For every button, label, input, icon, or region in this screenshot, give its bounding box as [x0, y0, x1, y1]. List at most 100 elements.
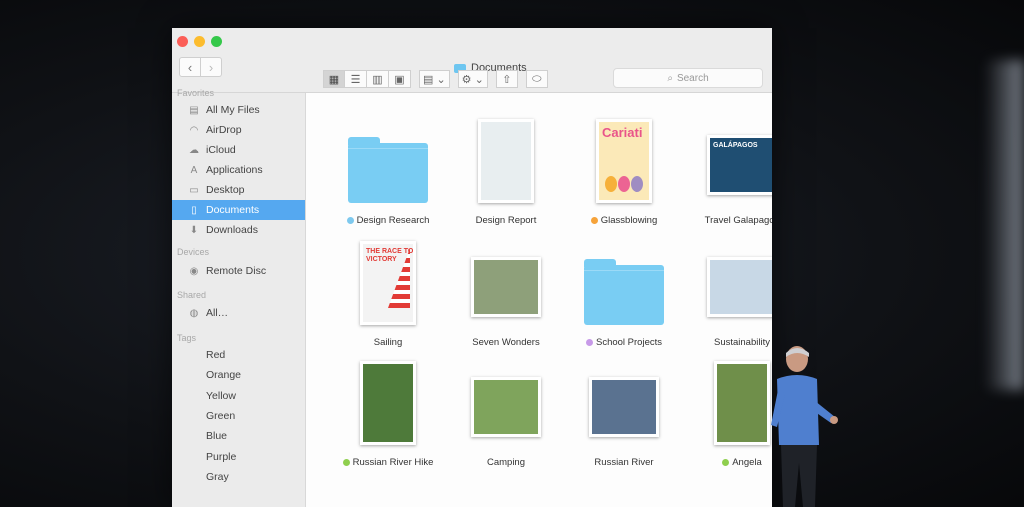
search-placeholder: Search — [676, 72, 709, 84]
minimize-button[interactable] — [194, 36, 205, 47]
file-item[interactable]: Russian River — [564, 353, 684, 473]
presenter — [771, 346, 838, 507]
list-view-icon[interactable]: ☰ — [345, 70, 367, 88]
disc-icon: ◉ — [189, 265, 199, 277]
file-item[interactable]: Camping — [446, 353, 566, 473]
photo-thumbnail — [471, 377, 541, 437]
sidebar-item-label: Documents — [206, 204, 260, 216]
sidebar-item-label: Gray — [206, 470, 229, 483]
sidebar: Favorites Devices Shared Tags ▤ All My Fi… — [172, 88, 306, 507]
file-item[interactable]: Seven Wonders — [446, 233, 566, 353]
sidebar-item-all-my-files[interactable]: ▤ All My Files — [172, 100, 305, 120]
back-button[interactable]: ‹ — [179, 57, 201, 77]
file-name: Camping — [446, 457, 566, 468]
share-icon[interactable]: ⇧ — [495, 70, 518, 88]
file-item[interactable]: Design Report — [446, 111, 566, 231]
sidebar-item-label: iCloud — [206, 144, 236, 156]
close-button[interactable] — [177, 36, 188, 47]
document-thumbnail — [707, 257, 772, 317]
network-icon: ◍ — [189, 307, 199, 319]
sidebar-item-label: AirDrop — [206, 124, 242, 136]
file-item[interactable]: GALÁPAGOS Travel Galapagos — [682, 111, 772, 231]
forward-button[interactable]: › — [201, 57, 222, 77]
file-name: Sustainability — [682, 337, 772, 348]
undefined — [188, 431, 200, 442]
file-name: School Projects — [564, 337, 684, 348]
stage-light — [984, 60, 1024, 390]
sidebar-item-gray[interactable]: Gray — [172, 467, 305, 487]
sidebar-item-downloads[interactable]: ⬇ Downloads — [172, 220, 305, 240]
airdrop-icon: ◠ — [189, 124, 199, 136]
file-name-text: Travel Galapagos — [704, 215, 772, 226]
sidebar-item-airdrop[interactable]: ◠ AirDrop — [172, 120, 305, 140]
tag-icon[interactable]: ⬭ — [525, 70, 548, 88]
coverflow-view-icon[interactable]: ▣ — [389, 70, 411, 88]
sidebar-item-remote-disc[interactable]: ◉ Remote Disc — [172, 261, 305, 281]
photo-thumbnail — [360, 361, 416, 445]
file-name-text: School Projects — [595, 337, 662, 348]
column-view-icon[interactable]: ▥ — [367, 70, 389, 88]
sidebar-item-applications[interactable]: A Applications — [172, 160, 305, 180]
sidebar-item-documents[interactable]: ▯ Documents — [172, 200, 305, 220]
sidebar-item-icloud[interactable]: ☁ iCloud — [172, 140, 305, 160]
file-name-text: Sailing — [373, 337, 403, 348]
cloud-icon: ☁ — [189, 144, 199, 156]
file-item[interactable]: Cariati Glassblowing — [564, 111, 684, 231]
file-item[interactable]: THE RACE TO VICTORY Sailing — [328, 233, 448, 353]
file-item[interactable]: Sustainability — [682, 233, 772, 353]
file-name-text: Russian River — [594, 457, 654, 468]
gear-icon[interactable]: ⚙ ⌄ — [457, 70, 488, 88]
sidebar-item-orange[interactable]: Orange — [172, 365, 305, 385]
sidebar-item-label: Red — [206, 349, 226, 361]
sidebar-item-red[interactable]: Red — [172, 345, 305, 365]
sidebar-item-yellow[interactable]: Yellow — [172, 386, 305, 406]
sidebar-item-label: Remote Disc — [206, 265, 267, 277]
file-item[interactable]: Angela — [682, 353, 772, 473]
glass-bulb — [605, 176, 617, 192]
folder-icon — [584, 259, 664, 325]
sidebar-item-label: Purple — [206, 450, 237, 463]
thumbnail-image: THE RACE TO VICTORY — [363, 244, 413, 322]
sidebar-item-green[interactable]: Green — [172, 406, 305, 426]
file-name: Design Research — [328, 215, 448, 226]
photo-thumbnail — [589, 377, 659, 437]
photo-thumbnail — [714, 361, 770, 445]
undefined — [188, 451, 200, 462]
file-name-text: Glassblowing — [600, 215, 658, 226]
sidebar-item-label: Blue — [206, 430, 228, 443]
file-grid: Design Research Design Report Cariati Glass… — [306, 93, 772, 507]
document-thumbnail: Cariati — [596, 119, 652, 203]
thumbnail-image — [474, 380, 538, 434]
zoom-button[interactable] — [211, 36, 222, 47]
shared-heading: Shared — [177, 290, 207, 300]
navigation-buttons: ‹ › — [179, 57, 222, 77]
file-name: Sailing — [328, 337, 448, 348]
toolbar: ▦ ☰ ▥ ▣ ▤ ⌄ ⚙ ⌄ ⇧ ⬭ — [323, 70, 548, 88]
sidebar-item-blue[interactable]: Blue — [172, 426, 305, 446]
sidebar-item-label: Green — [206, 409, 236, 422]
thumbnail-image — [592, 380, 656, 434]
view-switcher: ▦ ☰ ▥ ▣ — [323, 70, 411, 88]
file-name: Travel Galapagos — [682, 215, 772, 226]
undefined — [188, 370, 200, 381]
icon-view-icon[interactable]: ▦ — [323, 70, 345, 88]
file-item[interactable]: School Projects — [564, 233, 684, 353]
file-item[interactable]: Russian River Hike — [328, 353, 448, 473]
thumbnail-image — [363, 364, 413, 442]
sidebar-item-label: Yellow — [206, 389, 236, 402]
sidebar-item-purple[interactable]: Purple — [172, 447, 305, 467]
document-thumbnail: GALÁPAGOS — [707, 135, 772, 195]
sidebar-item-all[interactable]: ◍ All… — [172, 303, 305, 323]
document-thumbnail — [478, 119, 534, 203]
file-name: Design Report — [446, 215, 566, 226]
file-item[interactable]: Design Research — [328, 111, 448, 231]
file-name-text: Seven Wonders — [472, 337, 540, 348]
file-name-text: Angela — [732, 457, 762, 468]
search-field[interactable]: ⌕ Search — [613, 68, 763, 88]
group-by-icon[interactable]: ▤ ⌄ — [419, 70, 450, 88]
favorites-heading: Favorites — [177, 88, 215, 98]
downloads-icon: ⬇ — [189, 224, 199, 236]
undefined — [188, 410, 200, 421]
sidebar-item-desktop[interactable]: ▭ Desktop — [172, 180, 305, 200]
file-name-text: Russian River Hike — [352, 457, 434, 468]
